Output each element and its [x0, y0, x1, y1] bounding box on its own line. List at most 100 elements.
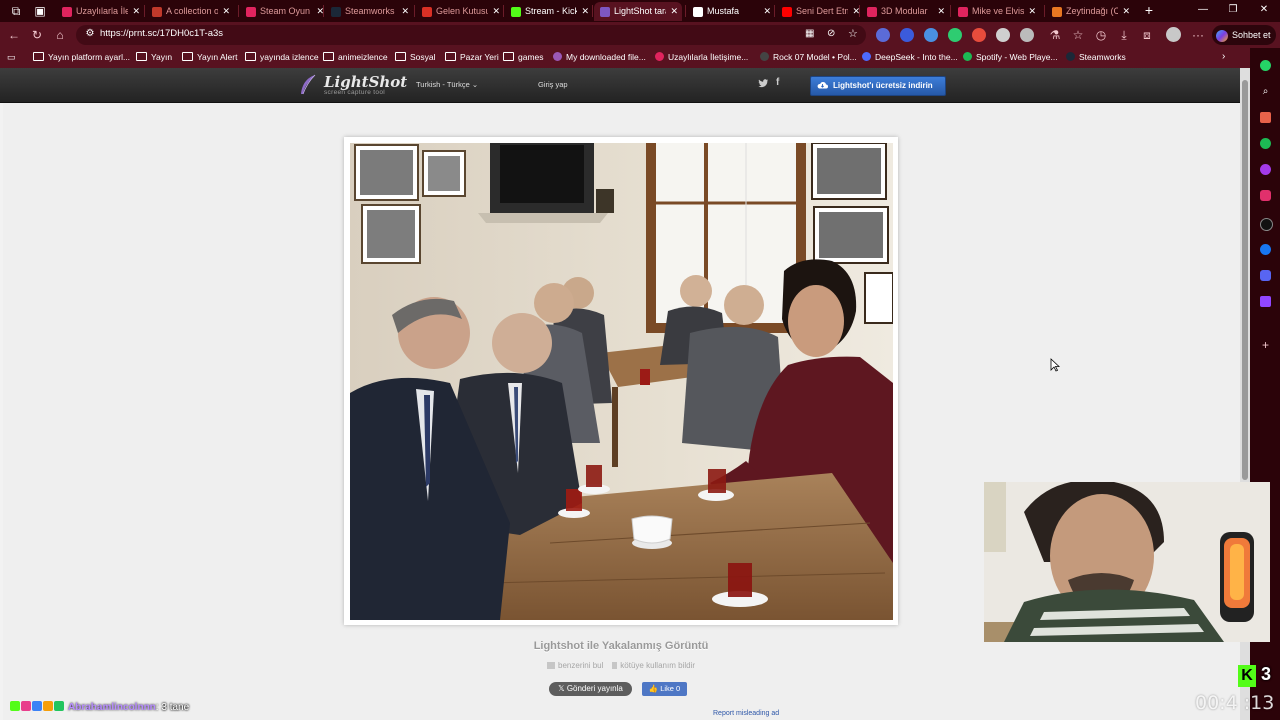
bookmark-item[interactable]: Yayın platform ayarl...	[33, 52, 130, 62]
new-tab-button[interactable]: +	[1142, 2, 1156, 18]
folder-icon	[136, 52, 147, 61]
bookmark-label: animeizlence	[338, 52, 388, 62]
facebook-icon[interactable]	[1260, 244, 1271, 255]
downloads-icon[interactable]: ⤓	[1116, 27, 1132, 43]
extension-icon[interactable]	[900, 28, 914, 42]
history-icon[interactable]: ◷	[1093, 27, 1109, 43]
close-tab-icon[interactable]: ✕	[937, 2, 945, 21]
grid-icon[interactable]: ▦	[805, 28, 814, 39]
extension-icon[interactable]	[972, 28, 986, 42]
minimize-icon[interactable]: —	[1196, 4, 1210, 15]
close-tab-icon[interactable]: ✕	[1122, 2, 1130, 21]
whatsapp-icon[interactable]	[1260, 60, 1271, 71]
folder-icon	[33, 52, 44, 61]
report-ad-link[interactable]: Report misleading ad	[713, 710, 779, 717]
close-tab-icon[interactable]: ✕	[222, 2, 230, 21]
tab-7[interactable]: LightShot tara ✕	[594, 2, 682, 21]
profile-avatar[interactable]	[1166, 27, 1181, 42]
facebook-icon[interactable]: f	[776, 77, 779, 88]
tweet-button[interactable]: 𝕏 Gönderi yayınla	[549, 682, 632, 696]
bookmark-item[interactable]: Sosyal	[395, 52, 436, 62]
tab-2[interactable]: A collection o ✕	[146, 2, 234, 21]
discord-icon[interactable]	[1260, 270, 1271, 281]
close-tab-icon[interactable]: ✕	[1028, 2, 1036, 21]
instagram-icon[interactable]	[1260, 190, 1271, 201]
tab-10[interactable]: 3D Modular ✕	[861, 2, 949, 21]
collections-icon[interactable]: ▭	[7, 52, 16, 63]
back-icon[interactable]: ←	[6, 27, 22, 43]
bookmark-star-icon[interactable]: ☆	[848, 27, 858, 40]
twitch-icon[interactable]	[1260, 296, 1271, 307]
badge-icon	[43, 701, 53, 711]
close-tab-icon[interactable]: ✕	[581, 2, 589, 21]
bookmark-item[interactable]: DeepSeek - Into the...	[862, 52, 958, 62]
threads-icon[interactable]	[1260, 218, 1273, 231]
extensions-icon[interactable]: ⚗	[1047, 27, 1063, 43]
bookmark-item[interactable]: games	[503, 52, 544, 62]
tab-11[interactable]: Mike ve Elvis ✕	[952, 2, 1040, 21]
bookmark-item[interactable]: Pazar Yeri	[445, 52, 499, 62]
restore-icon[interactable]: ❐	[1226, 4, 1240, 15]
bookmark-item[interactable]: yayında izlence	[245, 52, 319, 62]
chat-button[interactable]: Sohbet et	[1212, 25, 1276, 45]
bookmark-item[interactable]: Rock 07 Model • Pol...	[760, 52, 857, 62]
bookmark-item[interactable]: Uzaylılarla İletişime...	[655, 52, 748, 62]
bookmark-item[interactable]: animeizlence	[323, 52, 388, 62]
close-window-icon[interactable]: ✕	[1257, 4, 1271, 15]
add-sidebar-app-icon[interactable]: +	[1260, 339, 1271, 351]
tab-label: 3D Modular	[881, 6, 928, 17]
messenger-icon[interactable]	[1260, 164, 1271, 175]
extension-icon[interactable]	[948, 28, 962, 42]
toolbox-icon[interactable]	[1260, 112, 1271, 123]
favorites-icon[interactable]: ☆	[1070, 27, 1086, 43]
tab-actions-icon[interactable]: ▣	[32, 3, 48, 19]
search-icon[interactable]: ⌕	[1260, 86, 1271, 97]
find-similar-link[interactable]: benzerini bul	[547, 661, 603, 670]
folder-icon	[182, 52, 193, 61]
more-menu-icon[interactable]: ···	[1190, 27, 1206, 43]
spotify-icon[interactable]	[1260, 138, 1271, 149]
favicon-icon	[246, 6, 256, 17]
address-bar[interactable]: ⚙ https://prnt.sc/17DH0c1T-a3s ▦ ⊘ ☆	[76, 25, 866, 45]
screenshot-icon[interactable]: ⧈	[1139, 27, 1155, 43]
workspaces-icon[interactable]: ⧉	[8, 3, 24, 19]
bookmark-item[interactable]: Spotify - Web Playe...	[963, 52, 1058, 62]
tab-5[interactable]: Gelen Kutusu ✕	[416, 2, 504, 21]
tab-9[interactable]: Seni Dert Etm ✕	[776, 2, 864, 21]
site-favicon-icon	[1066, 52, 1075, 61]
bookmark-item[interactable]: My downloaded file...	[553, 52, 646, 62]
site-info-icon[interactable]: ⚙	[83, 28, 97, 42]
bookmark-item[interactable]: Steamworks	[1066, 52, 1126, 62]
tab-1[interactable]: Uzaylılarla İleti ✕	[56, 2, 144, 21]
scrollbar-thumb[interactable]	[1242, 80, 1248, 480]
more-bookmarks-icon[interactable]: ›	[1222, 51, 1225, 62]
tracking-icon[interactable]: ⊘	[827, 28, 835, 39]
extension-icon[interactable]	[996, 28, 1010, 42]
close-tab-icon[interactable]: ✕	[132, 2, 140, 21]
close-tab-icon[interactable]: ✕	[401, 2, 409, 21]
reload-icon[interactable]: ↻	[29, 27, 45, 43]
language-selector[interactable]: Turkish - Türkçe ⌄	[416, 80, 478, 89]
facebook-like-button[interactable]: 👍 Like 0	[642, 682, 687, 696]
tab-12[interactable]: Zeytindağı (C ✕	[1046, 2, 1134, 21]
close-tab-icon[interactable]: ✕	[670, 2, 678, 21]
screenshot-image[interactable]	[350, 143, 893, 620]
extension-icon[interactable]	[876, 28, 890, 42]
close-tab-icon[interactable]: ✕	[763, 2, 771, 21]
tab-4[interactable]: Steamworks ✕	[325, 2, 413, 21]
download-button[interactable]: Lightshot'ı ücretsiz indirin	[810, 76, 946, 96]
extension-icon[interactable]	[1020, 28, 1034, 42]
extension-icon[interactable]	[924, 28, 938, 42]
home-icon[interactable]: ⌂	[52, 27, 68, 43]
login-link[interactable]: Giriş yap	[538, 80, 568, 89]
twitter-icon[interactable]	[758, 78, 769, 89]
tweet-button-label: Gönderi yayınla	[566, 684, 623, 693]
bookmark-item[interactable]: Yayın	[136, 52, 172, 62]
tab-8[interactable]: Mustafa ✕	[687, 2, 775, 21]
tab-3[interactable]: Steam Oyun ✕	[240, 2, 328, 21]
close-tab-icon[interactable]: ✕	[492, 2, 500, 21]
report-abuse-link[interactable]: kötüye kullanım bildir	[612, 661, 695, 670]
bookmark-item[interactable]: Yayın Alert	[182, 52, 237, 62]
url-text[interactable]: https://prnt.sc/17DH0c1T-a3s	[100, 28, 223, 39]
tab-6[interactable]: Stream - Kick ✕	[505, 2, 593, 21]
